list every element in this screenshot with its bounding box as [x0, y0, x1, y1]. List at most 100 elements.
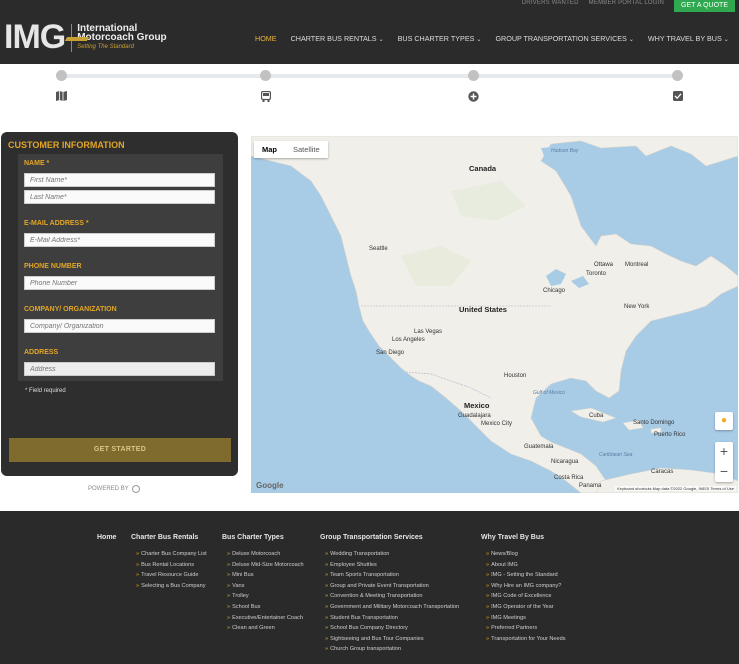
footer-link[interactable]: » IMG - Setting the Standard	[486, 572, 566, 578]
map-label-montreal: Montreal	[625, 262, 649, 268]
address-input[interactable]	[24, 362, 215, 376]
map-label-seattle: Seattle	[369, 246, 388, 252]
map-label-nicaragua: Nicaragua	[551, 459, 579, 465]
phone-label: PHONE NUMBER	[24, 263, 82, 270]
footer-link[interactable]: » Student Bus Transportation	[325, 615, 459, 621]
footer-link[interactable]: » IMG Operator of the Year	[486, 604, 566, 610]
footer-link[interactable]: » Bus Rental Locations	[136, 562, 207, 568]
map-label-puerto-rico: Puerto Rico	[654, 432, 686, 438]
footer-link[interactable]: » Transportation for Your Needs	[486, 636, 566, 642]
footer-link[interactable]: » Group and Private Event Transportation	[325, 583, 459, 589]
member-portal-link[interactable]: MEMBER PORTAL LOGIN	[589, 0, 664, 6]
nav-item-group-transportation[interactable]: GROUP TRANSPORTATION SERVICES ⌄	[495, 34, 633, 43]
email-input[interactable]	[24, 233, 215, 247]
logo-swoosh	[64, 37, 90, 41]
footer-heading[interactable]: Why Travel By Bus	[481, 534, 566, 541]
footer-link[interactable]: » Church Group transportation	[325, 646, 459, 652]
map-attribution[interactable]: Keyboard shortcuts Map data ©2022 Google…	[615, 486, 736, 491]
map-label-caribbean-sea: Caribbean Sea	[599, 452, 633, 458]
panel-title: CUSTOMER INFORMATION	[8, 140, 125, 150]
site-header: DRIVERS WANTED MEMBER PORTAL LOGIN GET A…	[0, 0, 739, 64]
footer-link[interactable]: » IMG Meetings	[486, 615, 566, 621]
nav-label: HOME	[255, 34, 277, 43]
map-label-las-vegas: Las Vegas	[414, 329, 443, 335]
footer-link[interactable]: » Travel Resource Guide	[136, 572, 207, 578]
map-type-toggle: Map Satellite	[254, 141, 328, 158]
map-land-shapes	[251, 136, 738, 493]
zoom-in-button[interactable]: +	[715, 442, 733, 462]
footer-link[interactable]: » Sightseeing and Bus Tour Companies	[325, 636, 459, 642]
footer-link[interactable]: » Why Hire an IMG company?	[486, 583, 566, 589]
map-tab-satellite[interactable]: Satellite	[285, 141, 328, 158]
footer-link[interactable]: » Wedding Transportation	[325, 551, 459, 557]
img-logo[interactable]: IMG International Motorcoach Group Setti…	[4, 18, 167, 57]
chevron-down-icon: ⌄	[723, 37, 729, 43]
footer-link[interactable]: » Charter Bus Company List	[136, 551, 207, 557]
footer-link[interactable]: » Deluxe Mid-Size Motorcoach	[227, 562, 304, 568]
footer-link[interactable]: » Employee Shuttles	[325, 562, 459, 568]
drivers-wanted-link[interactable]: DRIVERS WANTED	[522, 0, 579, 6]
footer-link[interactable]: » Deluxe Motorcoach	[227, 551, 304, 557]
footer-link[interactable]: » Preferred Partners	[486, 625, 566, 631]
footer-home-link[interactable]: Home	[97, 534, 116, 541]
phone-input[interactable]	[24, 276, 215, 290]
map-label-houston: Houston	[504, 373, 527, 379]
map-label-gulf-of-mexico: Gulf of Mexico	[533, 390, 565, 396]
footer-link[interactable]: » School Bus Company Directory	[325, 625, 459, 631]
footer-link[interactable]: » News/Blog	[486, 551, 566, 557]
footer-link[interactable]: » Trolley	[227, 593, 304, 599]
nav-item-bus-charter-types[interactable]: BUS CHARTER TYPES ⌄	[398, 34, 482, 43]
footer-link[interactable]: » IMG Code of Excellence	[486, 593, 566, 599]
form-fields-box: NAME * E-MAIL ADDRESS * PHONE NUMBER COM…	[18, 154, 223, 381]
map-label-toronto: Toronto	[586, 271, 607, 277]
footer-link[interactable]: » Executive/Entertainer Coach	[227, 615, 304, 621]
map-label-caracas: Caracas	[651, 469, 674, 475]
step-3-dot	[468, 70, 479, 81]
footer-heading[interactable]: Bus Charter Types	[222, 534, 304, 541]
nav-label: GROUP TRANSPORTATION SERVICES	[495, 34, 627, 43]
provider-logo-icon	[131, 485, 140, 493]
logo-text: International Motorcoach Group Setting T…	[77, 23, 166, 52]
nav-item-home[interactable]: HOME	[255, 34, 277, 43]
map-tab-map[interactable]: Map	[254, 141, 285, 158]
footer-link[interactable]: » Convention & Meeting Transportation	[325, 593, 459, 599]
chevron-down-icon: ⌄	[378, 37, 384, 43]
nav-item-why-travel-by-bus[interactable]: WHY TRAVEL BY BUS ⌄	[648, 34, 729, 43]
footer-column-charter-bus-rentals: Charter Bus Rentals » Charter Bus Company…	[131, 534, 207, 593]
company-input[interactable]	[24, 319, 215, 333]
get-a-quote-button[interactable]: GET A QUOTE	[674, 0, 735, 12]
footer-link[interactable]: » Mini Bus	[227, 572, 304, 578]
street-view-pegman-icon[interactable]: ●	[715, 412, 733, 430]
step-2-dot	[260, 70, 271, 81]
google-map[interactable]: Map Satellite Canada Hudson Bay Seattle …	[251, 136, 738, 493]
map-label-panama: Panama	[579, 483, 602, 489]
map-label-mexico: Mexico	[464, 401, 490, 410]
progress-track	[60, 74, 677, 78]
footer-heading[interactable]: Group Transportation Services	[320, 534, 459, 541]
footer-link[interactable]: » Team Sports Transportation	[325, 572, 459, 578]
footer-link[interactable]: » Selecting a Bus Company	[136, 583, 207, 589]
footer-link[interactable]: » Clean and Green	[227, 625, 304, 631]
footer-column-bus-charter-types: Bus Charter Types » Deluxe Motorcoach » De…	[222, 534, 304, 636]
map-label-guadalajara: Guadalajara	[458, 413, 491, 419]
nav-label: CHARTER BUS RENTALS	[290, 34, 377, 43]
last-name-input[interactable]	[24, 190, 215, 204]
footer-link[interactable]: » About IMG	[486, 562, 566, 568]
footer-heading[interactable]: Charter Bus Rentals	[131, 534, 207, 541]
step-4-dot	[672, 70, 683, 81]
main-nav: HOME CHARTER BUS RENTALS ⌄ BUS CHARTER TY…	[255, 34, 739, 43]
first-name-input[interactable]	[24, 173, 215, 187]
nav-item-charter-bus-rentals[interactable]: CHARTER BUS RENTALS ⌄	[291, 34, 384, 43]
map-label-guatemala: Guatemala	[524, 444, 554, 450]
footer-link[interactable]: » Vans	[227, 583, 304, 589]
footer-link[interactable]: » Government and Military Motorcoach Tran…	[325, 604, 459, 610]
chevron-down-icon: ⌄	[628, 37, 634, 43]
footer-link[interactable]: » School Bus	[227, 604, 304, 610]
get-started-button[interactable]: GET STARTED	[9, 438, 231, 462]
map-label-costa-rica: Costa Rica	[554, 475, 584, 481]
footer-home-column: Home	[97, 534, 116, 551]
company-label: COMPANY/ ORGANIZATION	[24, 306, 117, 313]
nav-label: BUS CHARTER TYPES	[397, 34, 475, 43]
customer-information-panel: CUSTOMER INFORMATION NAME * E-MAIL ADDRE…	[1, 132, 238, 476]
zoom-out-button[interactable]: −	[715, 462, 733, 482]
